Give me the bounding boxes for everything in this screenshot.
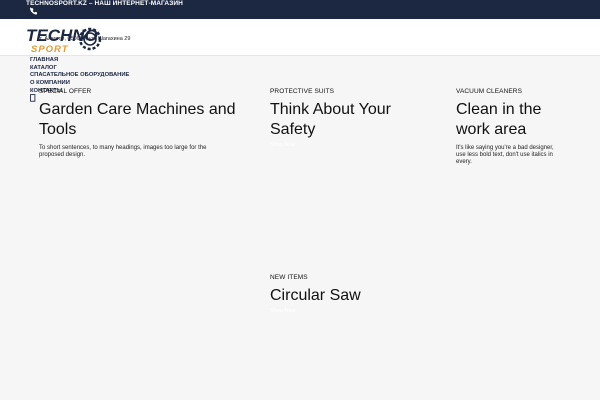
store-tagline: TECHNOSPORT.KZ – НАШ ИНТЕРНЕТ-МАГАЗИН	[26, 0, 183, 7]
promo-title: Clean in the work area	[456, 101, 542, 138]
promo-eyebrow: PROTECTIVE SUITS	[270, 88, 335, 95]
shop-now-link[interactable]: Shop Now	[270, 142, 420, 148]
top-bar: TECHNOSPORT.KZ – НАШ ИНТЕРНЕТ-МАГАЗИН	[0, 0, 600, 19]
promo-title: Circular Saw	[270, 287, 361, 304]
promo-card-vacuum-cleaners[interactable]: VACUUM CLEANERS Clean in the work area I…	[456, 88, 566, 165]
promo-title: Garden Care Machines and Tools	[39, 101, 236, 138]
search-icon[interactable]	[30, 94, 37, 102]
promo-eyebrow: SPECIAL OFFER	[39, 88, 92, 95]
logo-sport-text: SPORT	[31, 44, 69, 55]
promo-card-new-items[interactable]: NEW ITEMS Circular Saw Shop Now	[270, 274, 420, 314]
site-logo[interactable]: TECHNO SPORT	[26, 23, 104, 57]
promo-eyebrow: VACUUM CLEANERS	[456, 88, 523, 95]
logo-techno-text: TECHNO	[26, 26, 98, 45]
nav-item-rescue-equipment[interactable]: Спасательное оборудование	[30, 72, 129, 80]
promo-title: Think About Your Safety	[270, 101, 391, 138]
promo-description: To short sentences, to many headings, im…	[39, 145, 207, 158]
promo-description: It's like saying you're a bad designer, …	[456, 145, 554, 165]
phone-icon[interactable]	[30, 7, 37, 15]
nav-item-catalog[interactable]: Каталог	[30, 65, 129, 73]
nav-item-home[interactable]: Главная	[30, 57, 129, 65]
shop-now-link[interactable]: Shop Now	[270, 308, 420, 314]
promo-card-protective-suits[interactable]: PROTECTIVE SUITS Think About Your Safety…	[270, 88, 420, 148]
promo-card-special-offer[interactable]: SPECIAL OFFER Garden Care Machines and T…	[39, 88, 244, 159]
nav-item-about[interactable]: О компании	[30, 80, 129, 88]
promo-eyebrow: NEW ITEMS	[270, 274, 308, 281]
